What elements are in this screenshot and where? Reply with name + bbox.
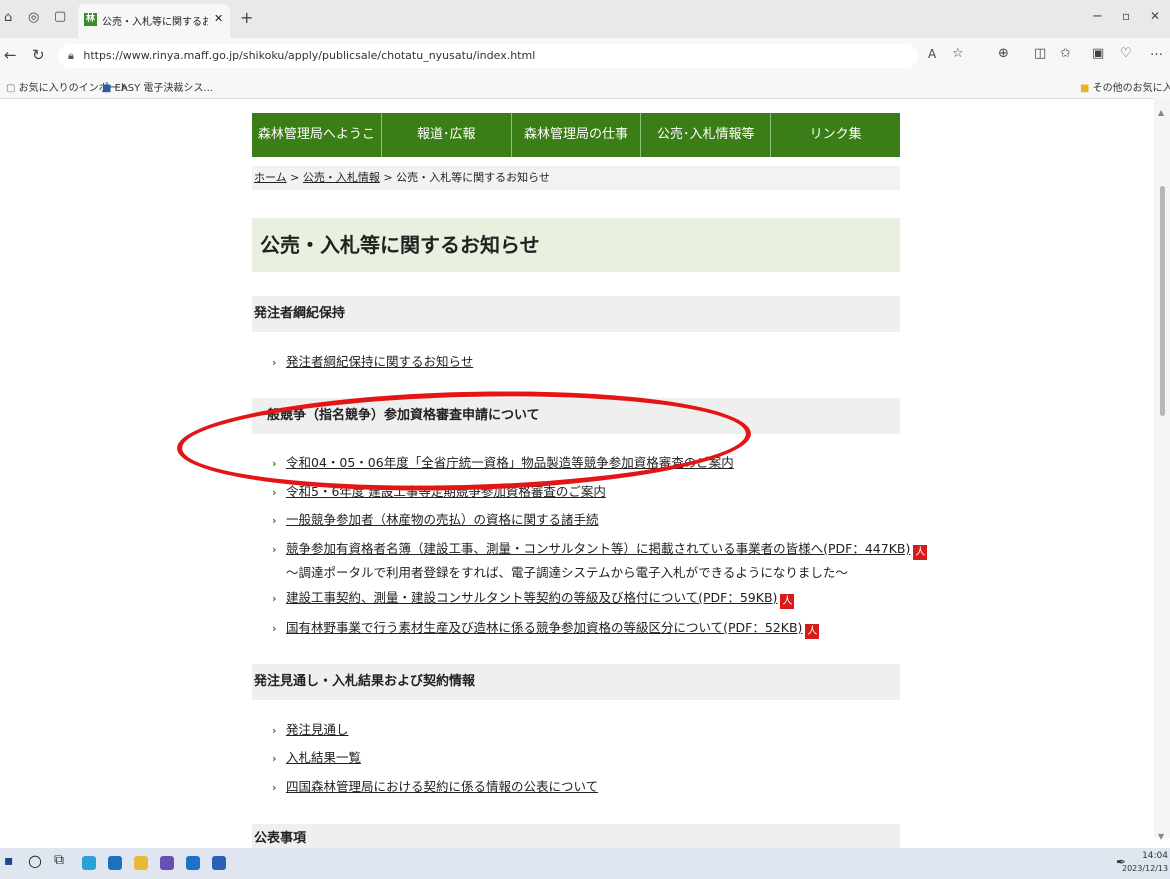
file-explorer-icon[interactable] — [134, 856, 148, 870]
outlook-icon[interactable] — [186, 856, 200, 870]
breadcrumb-home[interactable]: ホーム — [254, 171, 287, 184]
list-item[interactable]: › 競争参加有資格者名簿（建設工事、測量・コンサルタント等）に掲載されている事業者… — [272, 541, 928, 560]
tab-title: 公売・入札等に関するお知らせ：四国 — [102, 17, 208, 28]
section-heading: 公表事項 — [252, 824, 900, 848]
back-icon[interactable]: ← — [4, 46, 17, 64]
lock-icon: 🔒︎ — [68, 49, 74, 62]
list-item[interactable]: › 入札結果一覧 — [272, 750, 361, 767]
teams-icon[interactable] — [160, 856, 174, 870]
workspaces-icon[interactable]: ◎ — [28, 10, 39, 25]
section-heading: 発注見通し・入札結果および契約情報 — [252, 664, 900, 700]
taskbar — [0, 848, 1170, 879]
minimize-icon[interactable]: − — [1092, 9, 1103, 24]
list-item[interactable]: › 発注見通し — [272, 722, 349, 739]
arrow-icon: › — [272, 752, 277, 765]
nav-publicsale[interactable]: 公売･入札情報等 — [640, 113, 770, 157]
restore-icon[interactable]: ▫ — [1122, 9, 1130, 23]
site-favicon-icon: 林 — [84, 13, 97, 26]
arrow-icon: › — [272, 781, 277, 794]
close-tab-icon[interactable]: ✕ — [214, 12, 223, 25]
search-icon[interactable]: ○ — [28, 851, 42, 870]
store-icon[interactable] — [108, 856, 122, 870]
scrollbar-thumb[interactable] — [1160, 186, 1165, 416]
browser-tab-bar: ⌂ ◎ ▢ 林 公売・入札等に関するお知らせ：四国 ✕ + − ▫ ✕ — [0, 0, 1170, 38]
arrow-icon: › — [272, 622, 277, 635]
list-item[interactable]: › 一般競争参加者（林産物の売払）の資格に関する諸手続 — [272, 512, 599, 529]
breadcrumb-current: 公売・入札等に関するお知らせ — [396, 171, 550, 184]
nav-press[interactable]: 報道･広報 — [380, 113, 511, 157]
list-item[interactable]: › 国有林野事業で行う素材生産及び造林に係る競争参加資格の等級区分について(PDF… — [272, 620, 820, 639]
profile-icon[interactable]: ⌂ — [4, 10, 12, 25]
clock-date: 2023/12/13 — [1122, 864, 1169, 873]
task-view-icon[interactable]: ⧉ — [54, 852, 64, 868]
section-heading: 発注者綱紀保持 — [252, 296, 900, 332]
read-aloud-icon[interactable]: A — [928, 47, 936, 61]
arrow-icon: › — [272, 592, 277, 605]
address-bar[interactable]: 🔒︎ https://www.rinya.maff.go.jp/shikoku/… — [58, 44, 918, 68]
extensions-icon[interactable]: ⊕ — [998, 46, 1009, 61]
close-window-icon[interactable]: ✕ — [1150, 9, 1160, 23]
scroll-up-icon[interactable]: ▲ — [1158, 108, 1164, 117]
breadcrumb-publicsale[interactable]: 公売・入札情報 — [303, 171, 380, 184]
start-icon[interactable]: ▪ — [4, 853, 14, 869]
breadcrumb: ホーム > 公売・入札情報 > 公売・入札等に関するお知らせ — [252, 166, 900, 190]
favorites-easy-item[interactable]: ■ EASY 電子決裁シス... — [102, 79, 213, 94]
arrow-icon: › — [272, 514, 277, 527]
pdf-icon: 人 — [913, 545, 928, 560]
copilot-icon[interactable]: ♡ — [1120, 46, 1132, 61]
word-icon[interactable] — [212, 856, 226, 870]
clock-time: 14:04 — [1142, 851, 1168, 861]
more-menu-icon[interactable]: … — [1150, 44, 1163, 59]
arrow-icon: › — [272, 356, 277, 369]
scroll-down-icon[interactable]: ▼ — [1158, 832, 1164, 841]
refresh-icon[interactable]: ↻ — [32, 46, 45, 64]
list-item[interactable]: › 四国森林管理局における契約に係る情報の公表について — [272, 779, 598, 796]
list-item[interactable]: › 建設工事契約、測量・建設コンサルタント等契約の等級及び格付について(PDF：5… — [272, 590, 795, 609]
nav-work[interactable]: 森林管理局の仕事 — [510, 113, 641, 157]
edge-icon[interactable] — [82, 856, 96, 870]
nav-links[interactable]: リンク集 — [770, 113, 900, 157]
nav-welcome[interactable]: 森林管理局へようこそ — [252, 113, 381, 186]
favorites-bar: ▢ お気に入りのインポート ■ EASY 電子決裁シス... ■ その他のお気に… — [0, 74, 1170, 99]
note-text: ～調達ポータルで利用者登録をすれば、電子調達システムから電子入札ができるようにな… — [286, 565, 848, 580]
arrow-icon: › — [272, 486, 277, 499]
split-screen-icon[interactable]: ◫ — [1034, 46, 1046, 61]
app-icon: ■ — [102, 83, 112, 94]
new-tab-icon[interactable]: + — [240, 8, 253, 27]
list-item[interactable]: › 発注者綱紀保持に関するお知らせ — [272, 354, 473, 371]
folder-icon: ■ — [1080, 83, 1090, 94]
pdf-icon: 人 — [780, 594, 795, 609]
favorite-star-icon[interactable]: ☆ — [952, 46, 964, 61]
tab-actions-icon[interactable]: ▢ — [54, 9, 66, 24]
browser-tab[interactable]: 林 公売・入札等に関するお知らせ：四国 ✕ — [78, 4, 230, 38]
arrow-icon: › — [272, 543, 277, 556]
global-nav: 森林管理局へようこそ 報道･広報 森林管理局の仕事 公売･入札情報等 リンク集 — [252, 113, 900, 186]
favorites-icon[interactable]: ✩ — [1060, 46, 1071, 61]
folder-icon: ▢ — [6, 83, 16, 94]
url-text: https://www.rinya.maff.go.jp/shikoku/app… — [83, 49, 536, 62]
page-title: 公売・入札等に関するお知らせ — [252, 218, 900, 272]
arrow-icon: › — [272, 724, 277, 737]
favorites-other-item[interactable]: ■ その他のお気に入り — [1080, 79, 1170, 94]
pdf-icon: 人 — [805, 624, 820, 639]
collections-icon[interactable]: ▣ — [1092, 46, 1104, 61]
